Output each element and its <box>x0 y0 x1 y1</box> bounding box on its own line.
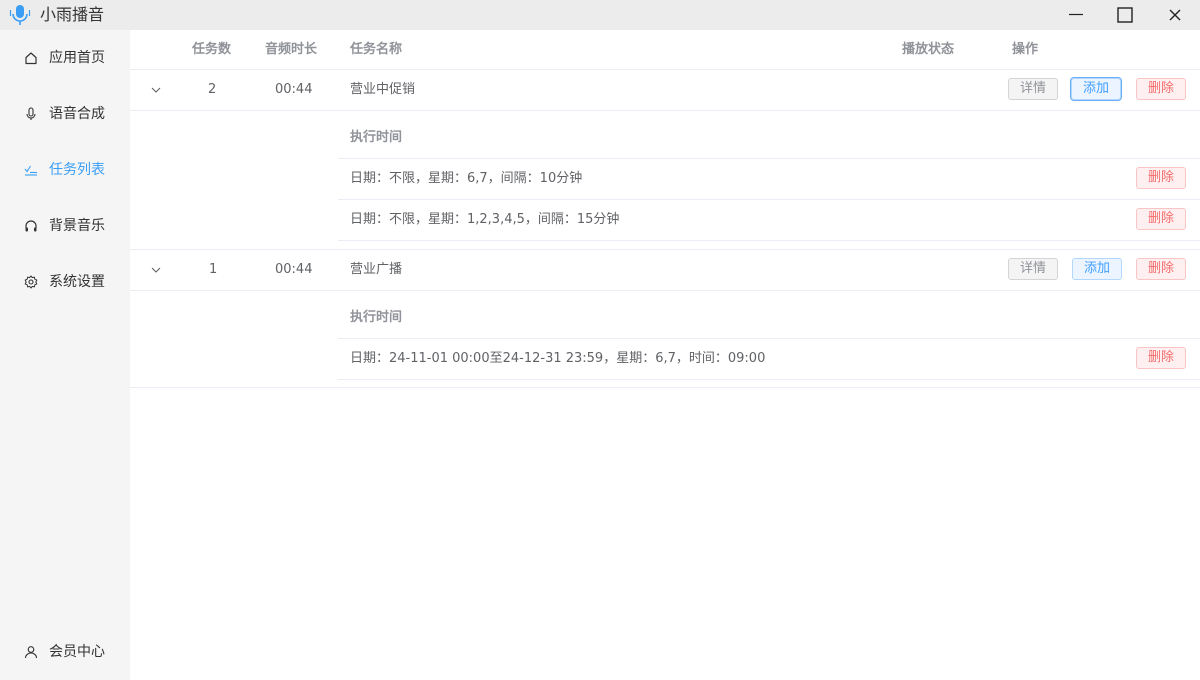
add-button[interactable]: 添加 <box>1072 258 1122 280</box>
divider <box>338 240 1200 241</box>
add-button[interactable]: 添加 <box>1071 78 1121 100</box>
user-icon <box>24 646 38 659</box>
schedule-text: 日期：不限，星期：1,2,3,4,5，间隔：15分钟 <box>350 212 620 227</box>
task-count-cell: 1 <box>209 262 218 277</box>
detail-button[interactable]: 详情 <box>1008 258 1058 280</box>
schedule-header: 执行时间 <box>350 130 403 145</box>
sidebar-item-member-center[interactable]: 会员中心 <box>0 632 130 672</box>
home-icon <box>25 52 37 65</box>
task-count-cell: 2 <box>208 82 217 97</box>
header-task-name: 任务名称 <box>350 42 403 57</box>
detail-button[interactable]: 详情 <box>1008 78 1058 100</box>
divider <box>338 199 1200 200</box>
sidebar-item-label: 系统设置 <box>49 274 105 290</box>
microphone-icon <box>26 107 36 120</box>
task-table: 任务数 音频时长 任务名称 播放状态 操作 2 00:44 营业中促销 详情 添… <box>130 30 1200 680</box>
schedule-delete-button[interactable]: 删除 <box>1136 347 1186 369</box>
divider <box>130 249 1200 250</box>
sidebar-item-label: 应用首页 <box>49 50 105 66</box>
divider <box>130 110 1200 111</box>
minimize-icon <box>1069 13 1083 16</box>
microphone-logo-icon <box>9 5 31 25</box>
header-task-count: 任务数 <box>192 42 232 57</box>
delete-button[interactable]: 删除 <box>1136 78 1186 100</box>
duration-cell: 00:44 <box>275 82 313 97</box>
schedule-text: 日期：不限，星期：6,7，间隔：10分钟 <box>350 171 583 186</box>
sidebar-item-task-list[interactable]: 任务列表 <box>0 150 130 190</box>
maximize-button[interactable] <box>1100 0 1150 30</box>
divider <box>338 379 1200 380</box>
divider <box>338 158 1200 159</box>
divider <box>130 69 1200 70</box>
sidebar-item-label: 背景音乐 <box>49 218 105 234</box>
schedule-delete-button[interactable]: 删除 <box>1136 208 1186 230</box>
schedule-text: 日期：24-11-01 00:00至24-12-31 23:59，星期：6,7，… <box>350 351 766 366</box>
close-icon <box>1169 9 1181 21</box>
sidebar-item-label: 任务列表 <box>49 162 105 178</box>
header-actions: 操作 <box>1012 42 1039 57</box>
task-name-cell: 营业中促销 <box>350 82 416 97</box>
sidebar-item-label: 语音合成 <box>49 106 105 122</box>
header-play-status: 播放状态 <box>902 42 955 57</box>
close-button[interactable] <box>1150 0 1200 30</box>
sidebar-item-background-music[interactable]: 背景音乐 <box>0 206 130 246</box>
chevron-down-icon[interactable] <box>150 264 162 276</box>
gear-icon <box>24 275 38 289</box>
maximize-icon <box>1117 7 1133 23</box>
task-name-cell: 营业广播 <box>350 262 403 277</box>
sidebar-item-home[interactable]: 应用首页 <box>0 38 130 78</box>
app-title: 小雨播音 <box>40 5 105 24</box>
divider <box>338 338 1200 339</box>
sidebar-item-settings[interactable]: 系统设置 <box>0 262 130 302</box>
chevron-down-icon[interactable] <box>150 84 162 96</box>
headphones-icon <box>25 220 37 232</box>
sidebar-item-speech-synthesis[interactable]: 语音合成 <box>0 94 130 134</box>
minimize-button[interactable] <box>1051 0 1101 30</box>
title-bar: 小雨播音 <box>0 0 1200 30</box>
header-duration: 音频时长 <box>265 42 318 57</box>
schedule-header: 执行时间 <box>350 310 403 325</box>
sidebar-item-label: 会员中心 <box>49 644 105 660</box>
sidebar: 应用首页 语音合成 任务列表 背景音乐 系统设置 会员中心 <box>0 30 130 680</box>
duration-cell: 00:44 <box>275 262 313 277</box>
divider <box>130 290 1200 291</box>
delete-button[interactable]: 删除 <box>1136 258 1186 280</box>
schedule-delete-button[interactable]: 删除 <box>1136 167 1186 189</box>
task-list-icon <box>24 165 37 176</box>
divider <box>130 387 1200 388</box>
